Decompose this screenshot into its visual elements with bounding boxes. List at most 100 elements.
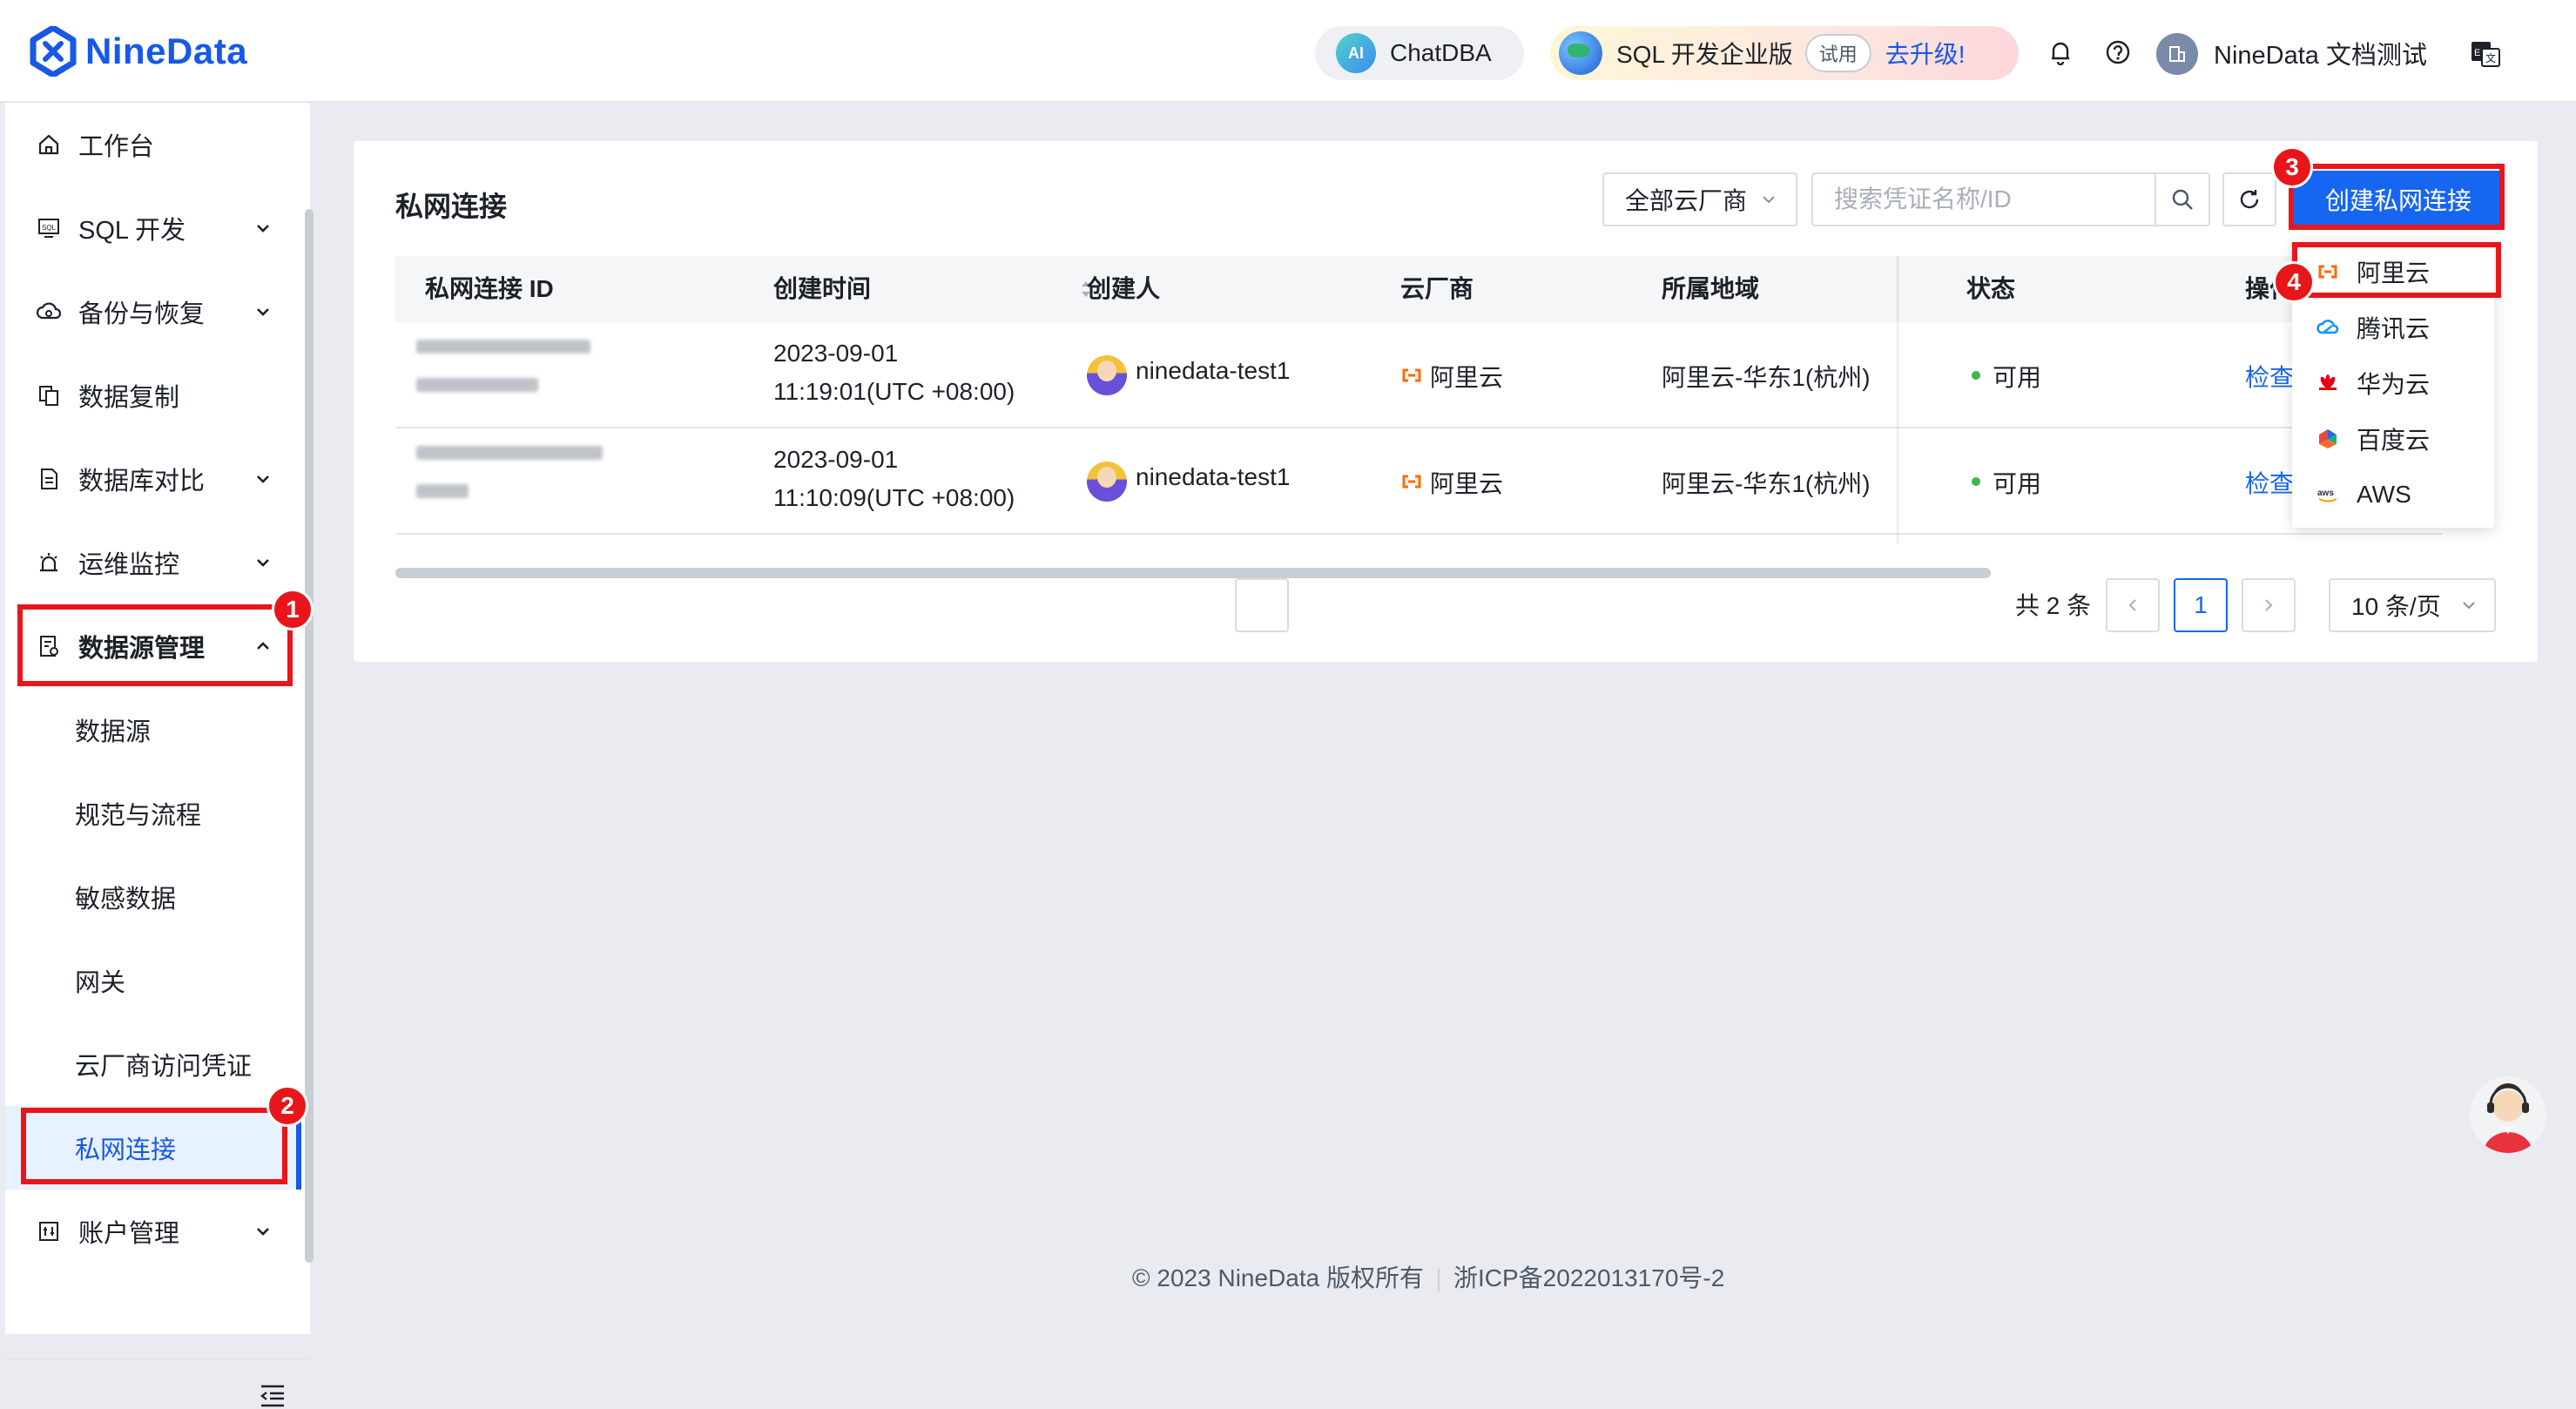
translate-icon[interactable]: En 文 [2470,38,2501,70]
created-time: 11:10:09(UTC +08:00) [773,484,1015,511]
column-header-id: 私网连接 ID [425,275,554,302]
check-link[interactable]: 检查 [2245,359,2294,394]
annotation-box-1 [17,604,293,686]
page-button-1[interactable]: 1 [2174,578,2228,632]
vendor-filter-value: 全部云厂商 [1625,187,1748,214]
table-horizontal-scrollbar[interactable] [395,568,1991,578]
baidu-cloud-icon [2319,429,2337,448]
search-icon [2172,189,2193,210]
sidebar-item-sql-dev[interactable]: SQL SQL 开发 [5,186,300,270]
next-page-button[interactable] [2242,578,2296,632]
menu-item-label: 百度云 [2357,427,2431,454]
created-date: 2023-09-01 [773,340,899,367]
icp-link[interactable]: 浙ICP备2022013170号-2 [1453,1264,1724,1291]
annotation-box-4 [2292,242,2501,298]
annotation-badge-1: 1 [272,589,314,630]
sidebar-subitem-label: 规范与流程 [75,802,202,830]
page-size-select[interactable]: 10 条/页 [2329,578,2496,632]
sql-icon: SQL [35,214,63,242]
logo-text: NineData [85,30,248,71]
sidebar-item-account[interactable]: 账户管理 [5,1190,300,1273]
search-input[interactable] [1811,172,2156,226]
annotation-badge-3: 3 [2271,146,2313,188]
status-dot [1972,371,1980,380]
menu-item-label: 华为云 [2357,371,2431,398]
menu-item-aws[interactable]: aws AWS [2292,467,2494,522]
user-name[interactable]: NineData 文档测试 [2214,35,2427,71]
customer-support-button[interactable] [2470,1076,2546,1153]
annotation-box-3 [2289,164,2505,230]
sidebar-subitem-datasource[interactable]: 数据源 [5,688,300,772]
menu-item-huawei-cloud[interactable]: 华为云 [2292,355,2494,411]
redacted-id [416,484,469,498]
globe-icon [1559,31,1602,75]
sidebar-subitem-cloud-credentials[interactable]: 云厂商访问凭证 [5,1022,300,1106]
prev-page-button[interactable] [2106,578,2160,632]
sidebar-item-compare[interactable]: 数据库对比 [5,437,300,521]
menu-item-tencent-cloud[interactable]: 腾讯云 [2292,300,2494,355]
compare-icon [35,465,63,493]
sidebar-item-label: 账户管理 [78,1220,180,1248]
huawei-cloud-icon [2319,374,2337,390]
status-text: 可用 [1993,470,2042,497]
aliyun-icon [1402,475,1421,489]
private-link-card: 私网连接 全部云厂商 创建私网连接 私网连接 ID 创建时间 创建人 云厂商 所… [354,141,2538,662]
aws-icon: aws [2317,489,2337,502]
creator-avatar [1087,355,1127,395]
annotation-badge-4: 4 [2273,261,2315,303]
sidebar-item-replication[interactable]: 数据复制 [5,354,300,437]
upgrade-link[interactable]: 去升级! [1885,36,1966,71]
creator-name: ninedata-test1 [1136,463,1291,490]
sidebar-divider [5,1358,310,1360]
copyright-text: © 2023 NineData 版权所有 [1132,1264,1424,1291]
menu-item-label: 腾讯云 [2357,315,2431,342]
chevron-down-icon [257,559,269,567]
vendor-name: 阿里云 [1430,364,1504,391]
sidebar-item-label: 数据库对比 [78,468,206,496]
chevron-down-icon [1763,196,1775,204]
help-icon[interactable] [2104,38,2132,66]
sidebar-item-workbench[interactable]: 工作台 [5,103,300,186]
vendor-filter-select[interactable]: 全部云厂商 [1602,172,1797,226]
sidebar-subitem-gateway[interactable]: 网关 [5,939,300,1022]
chatdba-button[interactable]: AI ChatDBA [1315,26,1524,80]
account-icon [35,1217,63,1245]
chevron-right-icon [2265,599,2273,611]
edition-banner[interactable]: SQL 开发企业版 试用 去升级! [1550,26,2019,80]
redacted-id [416,446,603,460]
collapse-sidebar-icon[interactable] [258,1383,287,1409]
region: 阿里云-华东1(杭州) [1662,364,1871,391]
pagination-total: 共 2 条 [2015,592,2092,619]
sidebar-subitem-label: 数据源 [75,718,152,746]
sidebar-item-backup[interactable]: 备份与恢复 [5,270,300,354]
sidebar-subitem-standards[interactable]: 规范与流程 [5,772,300,855]
search-button[interactable] [2155,172,2210,226]
svg-text:aws: aws [2317,489,2334,498]
user-avatar[interactable] [2156,33,2198,75]
region: 阿里云-华东1(杭州) [1662,470,1871,497]
menu-item-baidu-cloud[interactable]: 百度云 [2292,411,2494,467]
ninedata-logo-icon [30,26,77,77]
sidebar-item-monitoring[interactable]: 运维监控 [5,521,300,604]
status-text: 可用 [1993,364,2042,391]
column-header-vendor: 云厂商 [1400,275,1474,302]
sidebar-subitem-label: 网关 [75,969,126,997]
column-header-created-time[interactable]: 创建时间 [773,256,871,322]
sidebar-item-label: SQL 开发 [78,217,186,245]
ai-icon: AI [1336,33,1376,73]
table-row: 2023-09-01 11:10:09(UTC +08:00) ninedata… [395,428,2442,535]
svg-text:SQL: SQL [42,224,57,232]
status-dot [1972,477,1980,486]
footer: © 2023 NineData 版权所有 浙ICP备2022013170号-2 [1132,1259,1724,1294]
cloud-backup-icon [35,298,63,326]
column-header-creator: 创建人 [1087,275,1161,302]
annotation-box-2 [21,1108,287,1184]
logo[interactable]: NineData [30,26,247,77]
sidebar-subitem-sensitive-data[interactable]: 敏感数据 [5,855,300,939]
refresh-button[interactable] [2222,172,2276,226]
check-link[interactable]: 检查 [2245,465,2294,500]
sidebar-subitem-label: 云厂商访问凭证 [75,1053,253,1081]
bell-icon[interactable] [2047,38,2074,66]
column-header-region: 所属地域 [1662,275,1760,302]
footer-divider [1438,1268,1440,1291]
